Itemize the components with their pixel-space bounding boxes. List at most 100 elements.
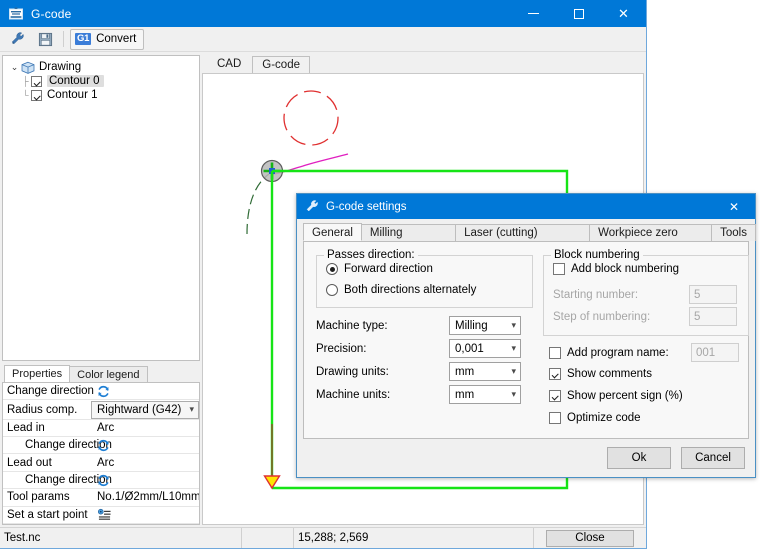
radio-forward-indicator[interactable] [326,263,338,275]
block-numbering-group: Block numbering Add block numbering Star… [543,249,749,336]
starting-number-input[interactable]: 5 [689,285,737,304]
cancel-button[interactable]: Cancel [681,447,745,469]
dialog-footer: Ok Cancel [297,439,755,477]
radio-both-indicator[interactable] [326,284,338,296]
cad-tabstrip: CAD G-code [202,55,644,73]
property-value[interactable] [91,385,199,398]
property-value[interactable] [91,474,199,487]
show-percent-sign-box[interactable] [549,390,561,402]
property-row-set-start-point[interactable]: Set a start point [3,507,199,524]
properties-grid: Change direction Radius comp. Rightward … [2,382,200,525]
step-of-numbering-label: Step of numbering: [553,310,651,323]
precision-value: 0,001 [455,342,484,355]
step-of-numbering-input[interactable]: 5 [689,307,737,326]
tab-gcode[interactable]: G-code [252,56,310,73]
tab-general[interactable]: General [303,223,362,241]
program-name-input[interactable]: 001 [691,343,739,362]
machine-type-select[interactable]: Milling ▾ [449,316,521,335]
chevron-down-icon[interactable]: ⌄ [9,60,20,74]
property-row-lead-out-change-direction[interactable]: Change direction [3,472,199,490]
statusbar-coords: 15,288; 2,569 [294,528,534,548]
close-app-button[interactable]: Close [546,529,634,547]
tab-tools[interactable]: Tools [711,224,756,241]
contour-1-label: Contour 1 [47,89,98,101]
starting-number-label: Starting number: [553,288,639,301]
direction-arrow [263,475,281,490]
option-show-comments[interactable]: Show comments [549,368,652,380]
minimize-button[interactable] [511,0,556,27]
drawing-units-label: Drawing units: [316,365,389,378]
tab-properties[interactable]: Properties [4,365,71,382]
field-precision: Precision: 0,001 ▾ [316,339,533,358]
statusbar: Test.nc 15,288; 2,569 Close [0,527,646,548]
property-row-tool-params[interactable]: Tool params No.1/Ø2mm/L10mm [3,489,200,507]
main-toolbar: G1 Convert [0,27,646,52]
refresh-icon [98,439,109,451]
ok-button[interactable]: Ok [607,447,671,469]
dialog-close-button[interactable]: ✕ [713,194,755,219]
dialog-tabstrip: General Milling machine Laser (cutting) … [297,223,756,256]
machine-type-label: Machine type: [316,319,388,332]
property-value[interactable] [91,439,199,452]
radius-comp-select[interactable]: Rightward (G42) ▾ [91,400,199,419]
optimize-code-box[interactable] [549,412,561,424]
property-name: Lead out [7,456,52,469]
tab-laser-machine[interactable]: Laser (cutting) machine [455,224,591,256]
contour-0-label: Contour 0 [47,75,104,87]
machine-type-value: Milling [455,319,488,332]
tab-cad[interactable]: CAD [208,56,250,73]
dialog-general-page: Passes direction: Forward direction Both… [303,241,749,439]
properties-panel: Properties Color legend Change direction [2,365,200,525]
radius-comp-value: Rightward (G42) [97,403,182,416]
tree-item-contour-0[interactable]: ├ Contour 0 [3,74,199,88]
machine-units-label: Machine units: [316,388,391,401]
tab-color-legend[interactable]: Color legend [69,366,148,382]
refresh-icon [98,385,109,397]
chevron-down-icon: ▾ [511,320,516,330]
property-row-change-direction[interactable]: Change direction [3,383,199,401]
property-row-lead-in-change-direction[interactable]: Change direction [3,437,199,455]
radio-forward-direction[interactable]: Forward direction [326,263,433,275]
property-value: No.1/Ø2mm/L10mm [97,491,200,504]
field-machine-units: Machine units: mm ▾ [316,385,533,404]
tree-guide-icon: ├ [22,76,28,86]
gcode-settings-dialog: G-code settings ✕ General Milling machin… [296,193,756,478]
drawing-tree[interactable]: ⌄ Drawing ├ Contour 0 └ Contour 1 [2,55,200,361]
tree-item-contour-1[interactable]: └ Contour 1 [3,88,199,102]
property-row-lead-in[interactable]: Lead in Arc [3,420,199,438]
statusbar-actions: Close [534,529,646,547]
property-row-radius-comp[interactable]: Radius comp. Rightward (G42) ▾ [3,400,199,420]
drawing-units-select[interactable]: mm ▾ [449,362,521,381]
precision-select[interactable]: 0,001 ▾ [449,339,521,358]
chevron-down-icon: ▾ [511,389,516,399]
property-row-lead-out[interactable]: Lead out Arc [3,454,199,472]
tab-workpiece-zero-point[interactable]: Workpiece zero point [589,224,713,256]
precision-label: Precision: [316,342,367,355]
option-show-percent-sign[interactable]: Show percent sign (%) [549,390,683,402]
add-program-name-label: Add program name: [567,346,669,359]
option-optimize-code[interactable]: Optimize code [549,412,641,424]
maximize-button[interactable] [556,0,601,27]
radio-both-label: Both directions alternately [344,284,477,296]
contour-1-checkbox[interactable] [31,89,42,101]
checkbox-add-block-numbering[interactable]: Add block numbering [553,263,679,275]
settings-button[interactable] [6,29,30,50]
contour-0-checkbox[interactable] [31,75,42,87]
statusbar-field2 [242,528,294,548]
property-value[interactable] [91,508,199,521]
show-comments-box[interactable] [549,368,561,380]
show-comments-label: Show comments [567,368,653,380]
close-button[interactable]: ✕ [601,0,646,27]
chevron-down-icon: ▾ [189,404,194,415]
add-program-name-box[interactable] [549,346,561,359]
machine-units-select[interactable]: mm ▾ [449,385,521,404]
passes-direction-title: Passes direction: [324,249,418,261]
property-name: Lead in [7,421,45,434]
convert-button[interactable]: G1 Convert [70,28,145,50]
tree-root-drawing[interactable]: ⌄ Drawing [3,60,199,74]
radio-both-directions[interactable]: Both directions alternately [326,284,476,296]
add-block-numbering-box[interactable] [553,263,565,275]
tab-milling-machine[interactable]: Milling machine [360,224,457,256]
save-button[interactable] [34,29,57,50]
field-drawing-units: Drawing units: mm ▾ [316,362,533,381]
